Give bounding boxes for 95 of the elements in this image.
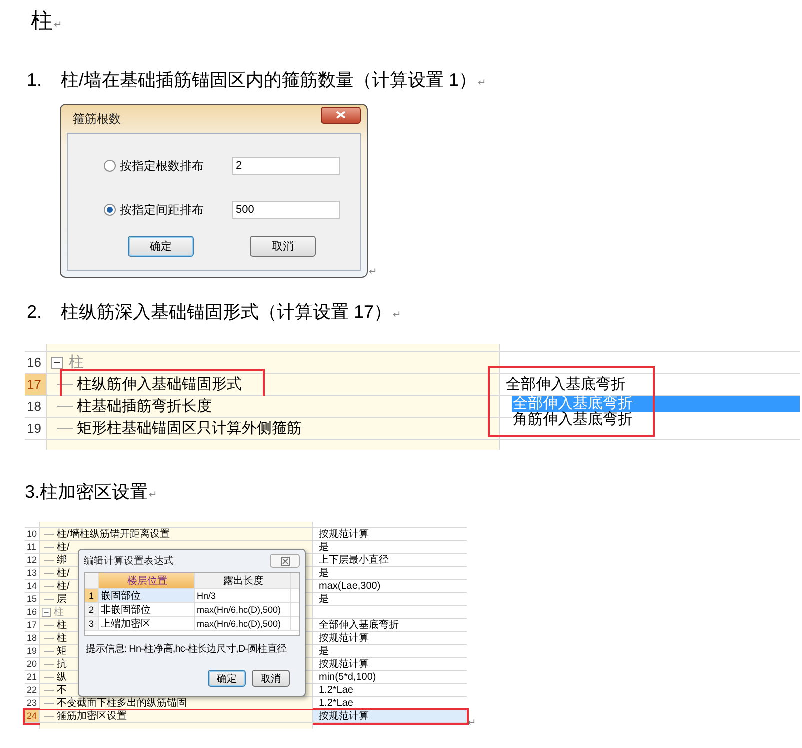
- column-header[interactable]: 露出长度: [195, 573, 291, 588]
- table-cell-text: 是: [318, 567, 330, 579]
- collapse-icon[interactable]: [51, 356, 63, 368]
- dialog-button[interactable]: 取消: [250, 236, 316, 257]
- row-number: 18: [25, 396, 47, 417]
- table-cell-text: 是: [318, 645, 330, 657]
- table-cell-text: 柱: [57, 632, 67, 645]
- dialog-button[interactable]: 确定: [128, 236, 194, 257]
- table-cell-text: 上下层最小直径: [318, 554, 390, 566]
- dialog-button[interactable]: 确定: [208, 670, 246, 687]
- table-cell-text: 1.2*Lae: [318, 697, 354, 709]
- row-number: 17: [25, 374, 47, 395]
- row-number: 2: [85, 603, 99, 616]
- paragraph-mark: ↵: [369, 267, 378, 278]
- list-number: 3.: [25, 482, 40, 503]
- row-number: 3: [85, 617, 99, 630]
- list-item-heading: 柱纵筋深入基础锚固形式（计算设置 17）: [61, 301, 392, 324]
- table-cell-text: max(Lae,300): [318, 580, 382, 592]
- row-number: 1: [85, 589, 99, 602]
- table-cell[interactable]: max(Hn/6,hc(D),500): [195, 603, 291, 616]
- input-field[interactable]: 2: [232, 157, 340, 175]
- section-heading: 柱: [31, 7, 53, 35]
- input-field[interactable]: 500: [232, 201, 340, 219]
- table-cell[interactable]: Hn/3: [195, 589, 291, 602]
- table-cell-text: 柱/: [57, 540, 70, 554]
- row-number: 15: [25, 593, 40, 605]
- table-cell: 柱基础插筋弯折长度: [77, 397, 212, 416]
- row-number: 16: [25, 606, 40, 618]
- table-cell-text: 绑: [57, 554, 67, 567]
- group-label: 柱: [54, 606, 64, 619]
- table-cell-text: 全部伸入基底弯折: [318, 619, 400, 631]
- table-cell-text: 柱/: [57, 580, 70, 593]
- table-cell-text: 不变截面下柱多出的纵筋锚固: [57, 696, 187, 710]
- table-cell: 柱纵筋伸入基础锚固形式: [77, 375, 242, 394]
- list-number: 2.: [27, 302, 44, 323]
- dialog-title: 箍筋根数: [72, 110, 121, 128]
- row-number: 10: [25, 528, 40, 540]
- table-cell-text: 箍筋加密区设置: [57, 710, 127, 723]
- table-cell-text: 按规范计算: [318, 658, 370, 670]
- row-number: 12: [25, 554, 40, 566]
- row-number: 16: [25, 352, 47, 373]
- dropdown-option[interactable]: 角筋伸入基底弯折: [512, 412, 800, 428]
- radio-button[interactable]: [104, 204, 116, 216]
- table-cell-text: 矩: [57, 645, 67, 658]
- column-header[interactable]: 楼层位置: [99, 573, 195, 588]
- row-number: 17: [25, 619, 40, 631]
- radio-button[interactable]: [104, 160, 116, 172]
- close-icon: [280, 556, 290, 566]
- table-cell-text: 层: [57, 593, 67, 606]
- table-cell-text: min(5*d,100): [318, 671, 378, 683]
- row-number: 21: [25, 671, 40, 683]
- table-cell-text: 是: [318, 541, 330, 553]
- row-number: 14: [25, 580, 40, 592]
- close-button[interactable]: [321, 106, 361, 124]
- table-cell-text: 柱: [57, 618, 67, 632]
- close-icon: [336, 111, 346, 119]
- row-number: 23: [25, 697, 40, 709]
- row-number: 24: [25, 710, 40, 722]
- row-number: 18: [25, 632, 40, 644]
- list-number: 1.: [27, 70, 44, 91]
- close-button[interactable]: [270, 554, 300, 568]
- table-cell[interactable]: 嵌固部位: [99, 589, 195, 602]
- paragraph-mark: ↵: [54, 20, 62, 31]
- table-cell[interactable]: 上端加密区: [99, 617, 195, 630]
- paragraph-mark: ↵: [478, 78, 486, 89]
- row-number: 20: [25, 658, 40, 670]
- table-cell-text: 按规范计算: [318, 528, 370, 540]
- paragraph-mark: ↵: [393, 310, 402, 321]
- paragraph-mark: ↵: [149, 490, 158, 501]
- row-number: 11: [25, 541, 40, 553]
- row-number: 19: [25, 645, 40, 657]
- table-cell-text: 纵: [57, 671, 67, 684]
- group-label: 柱: [69, 353, 84, 372]
- list-item-heading: 柱加密区设置: [40, 481, 148, 504]
- row-number: 19: [25, 418, 47, 439]
- table-cell-text: 柱/: [57, 566, 70, 580]
- row-number: 22: [25, 684, 40, 696]
- table-cell-text: 抗: [57, 658, 67, 671]
- table-cell-text: 不: [57, 684, 67, 697]
- dialog-title: 编辑计算设置表达式: [84, 554, 174, 568]
- table-cell[interactable]: max(Hn/6,hc(D),500): [195, 617, 291, 630]
- table-cell: 按规范计算: [313, 710, 467, 722]
- table-cell[interactable]: 非嵌固部位: [99, 603, 195, 616]
- collapse-icon[interactable]: [42, 608, 51, 616]
- table-cell-text: 按规范计算: [318, 632, 370, 644]
- table-cell: 矩形柱基础锚固区只计算外侧箍筋: [77, 419, 302, 438]
- radio-label[interactable]: 按指定根数排布: [120, 158, 232, 174]
- row-number: 13: [25, 567, 40, 579]
- list-item-heading: 柱/墙在基础插筋锚固区内的箍筋数量（计算设置 1）: [61, 69, 478, 92]
- input-field[interactable]: 全部伸入基底弯折: [506, 376, 656, 393]
- radio-label[interactable]: 按指定间距排布: [120, 202, 232, 218]
- table-cell-text: 1.2*Lae: [318, 684, 354, 696]
- table-cell-text: 柱/墙柱纵筋错开距离设置: [57, 528, 170, 541]
- dialog-button[interactable]: 取消: [252, 670, 290, 687]
- table-cell-text: 是: [318, 593, 330, 605]
